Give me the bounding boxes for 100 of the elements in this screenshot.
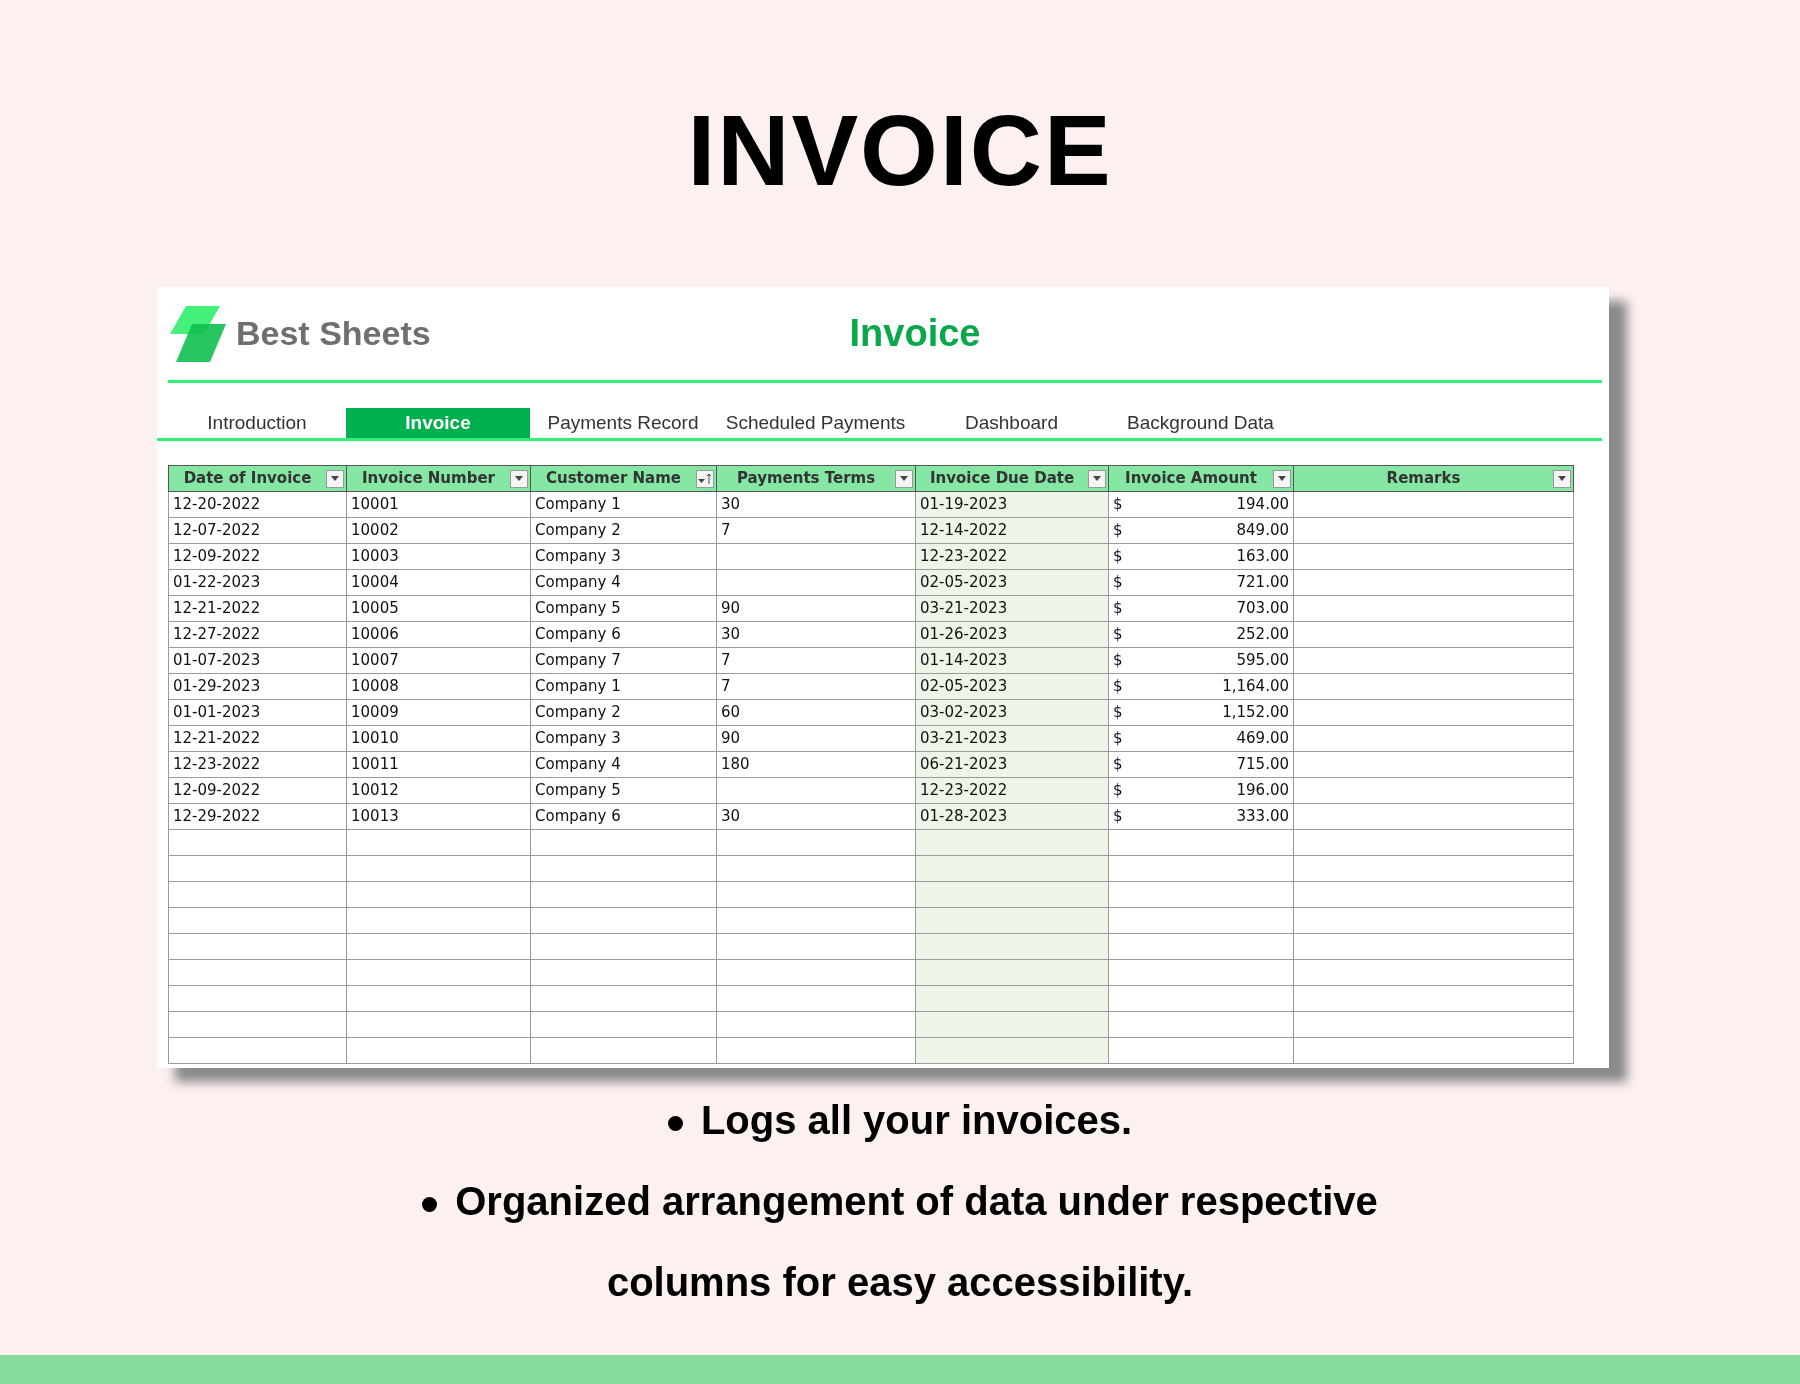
filter-button[interactable] (326, 469, 344, 488)
table-cell: 10003 (346, 543, 531, 570)
table-cell: Company 3 (530, 543, 717, 570)
table-cell: Company 7 (530, 647, 717, 674)
table-cell: 10005 (346, 595, 531, 622)
currency-symbol: $ (1113, 702, 1123, 724)
table-cell: 12-14-2022 (915, 517, 1109, 544)
sheet-tab[interactable]: Dashboard (915, 408, 1108, 438)
amount-value: 1,152.00 (1222, 702, 1289, 724)
table-cell: 30 (716, 621, 916, 648)
sheet-tab[interactable]: Payments Record (530, 408, 716, 438)
table-cell: 30 (716, 803, 916, 830)
filter-button[interactable] (1088, 469, 1106, 488)
table-cell: 10007 (346, 647, 531, 674)
column-header[interactable]: Customer Name (530, 465, 717, 492)
amount-value: 595.00 (1236, 650, 1289, 672)
sheet-tab[interactable]: Scheduled Payments (716, 408, 915, 438)
table-cell: 10009 (346, 699, 531, 726)
table-cell: 03-02-2023 (915, 699, 1109, 726)
dropdown-arrow-icon (331, 476, 339, 481)
table-cell: 7 (716, 647, 916, 674)
amount-value: 194.00 (1236, 494, 1289, 516)
dropdown-arrow-icon (1278, 476, 1286, 481)
table-cell: 01-29-2023 (168, 673, 347, 700)
table-cell: 12-27-2022 (168, 621, 347, 648)
table-cell: 02-05-2023 (915, 673, 1109, 700)
currency-symbol: $ (1113, 624, 1123, 646)
table-cell: 12-21-2022 (168, 595, 347, 622)
table-cell: 03-21-2023 (915, 595, 1109, 622)
filter-button[interactable] (895, 469, 913, 488)
table-cell: 90 (716, 725, 916, 752)
table-cell: 12-09-2022 (168, 543, 347, 570)
filter-button[interactable] (1553, 469, 1571, 488)
currency-symbol: $ (1113, 546, 1123, 568)
currency-symbol: $ (1113, 806, 1123, 828)
table-cell: 01-26-2023 (915, 621, 1109, 648)
table-cell: 10006 (346, 621, 531, 648)
table-cell: 7 (716, 673, 916, 700)
table-cell: 12-09-2022 (168, 777, 347, 804)
amount-value: 721.00 (1236, 572, 1289, 594)
amount-value: 715.00 (1236, 754, 1289, 776)
amount-value: 1,164.00 (1222, 676, 1289, 698)
filter-button[interactable] (1273, 469, 1291, 488)
bullet-text: Logs all your invoices. (700, 1098, 1133, 1142)
table-cell: 10010 (346, 725, 531, 752)
table-cell: Company 4 (530, 569, 717, 596)
table-cell: 01-01-2023 (168, 699, 347, 726)
table-cell: Company 5 (530, 777, 717, 804)
column-header[interactable]: Invoice Number (346, 465, 531, 492)
dropdown-arrow-icon (900, 476, 908, 481)
table-cell: 7 (716, 517, 916, 544)
column-header[interactable]: Payments Terms (716, 465, 916, 492)
table-cell: 10002 (346, 517, 531, 544)
table-cell: Company 6 (530, 803, 717, 830)
amount-value: 469.00 (1236, 728, 1289, 750)
column-header[interactable]: Invoice Amount (1108, 465, 1294, 492)
table-cell: 12-21-2022 (168, 725, 347, 752)
sheet-tab[interactable]: Introduction (168, 408, 346, 438)
currency-symbol: $ (1113, 754, 1123, 776)
table-cell: 10008 (346, 673, 531, 700)
currency-symbol: $ (1113, 494, 1123, 516)
table-cell: Company 1 (530, 673, 717, 700)
table-cell: 12-29-2022 (168, 803, 347, 830)
bullet-icon (422, 1196, 438, 1212)
table-cell: 60 (716, 699, 916, 726)
table-cell: 01-19-2023 (915, 491, 1109, 518)
amount-value: 333.00 (1236, 806, 1289, 828)
table-cell: 12-07-2022 (168, 517, 347, 544)
table-cell: 10001 (346, 491, 531, 518)
dropdown-arrow-icon (1093, 476, 1101, 481)
column-header[interactable]: Invoice Due Date (915, 465, 1109, 492)
table-cell: 12-23-2022 (915, 543, 1109, 570)
dropdown-arrow-icon (1558, 476, 1566, 481)
currency-symbol: $ (1113, 676, 1123, 698)
table-cell: 01-22-2023 (168, 569, 347, 596)
table-cell: 10012 (346, 777, 531, 804)
filter-button[interactable] (510, 469, 528, 488)
logo-icon (168, 305, 226, 362)
brand-name: Best Sheets (236, 313, 431, 354)
currency-symbol: $ (1113, 650, 1123, 672)
sheet-heading: Invoice (849, 311, 981, 356)
amount-value: 703.00 (1236, 598, 1289, 620)
amount-value: 163.00 (1236, 546, 1289, 568)
table-cell: Company 2 (530, 699, 717, 726)
column-header[interactable]: Date of Invoice (168, 465, 347, 492)
table-cell: 10011 (346, 751, 531, 778)
table-cell: 12-23-2022 (168, 751, 347, 778)
table-cell: 06-21-2023 (915, 751, 1109, 778)
bullet-icon (667, 1115, 683, 1131)
table-cell: Company 1 (530, 491, 717, 518)
table-cell: 30 (716, 491, 916, 518)
sheet-tab[interactable]: Background Data (1108, 408, 1293, 438)
table-cell: Company 6 (530, 621, 717, 648)
table-cell: 02-05-2023 (915, 569, 1109, 596)
table-cell: 10013 (346, 803, 531, 830)
table-cell: 12-20-2022 (168, 491, 347, 518)
column-header[interactable]: Remarks (1293, 465, 1574, 492)
filter-button[interactable] (696, 469, 714, 488)
amount-value: 252.00 (1236, 624, 1289, 646)
currency-symbol: $ (1113, 598, 1123, 620)
